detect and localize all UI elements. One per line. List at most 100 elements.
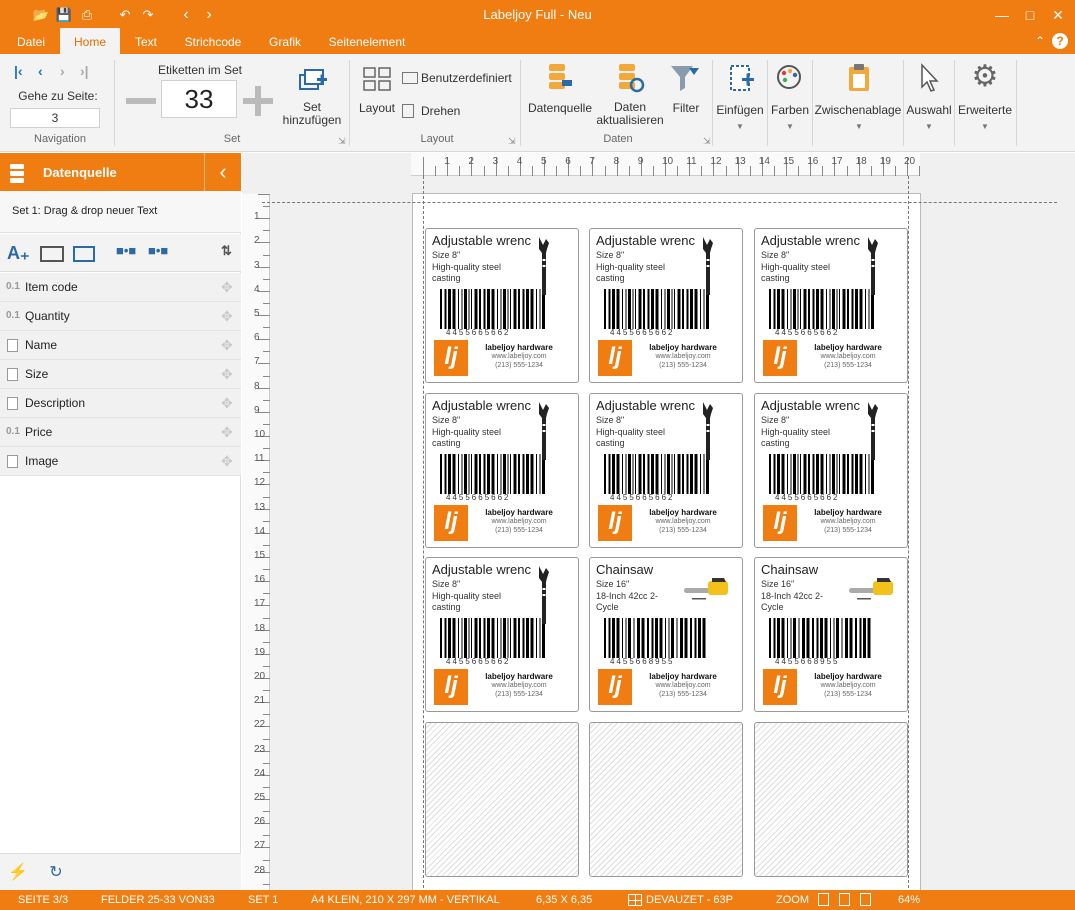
- set-drop-target[interactable]: Set 1: Drag & drop neuer Text: [0, 191, 241, 233]
- label-card[interactable]: Adjustable wrenc Size 8" High-quality stee…: [589, 393, 743, 548]
- barcode[interactable]: [438, 454, 548, 498]
- add-set-button[interactable]: Set hinzufügen: [280, 101, 344, 127]
- company-phone[interactable]: (213) 555-1234: [638, 527, 728, 534]
- tab-seitenelement[interactable]: Seitenelement: [324, 30, 410, 54]
- label-card[interactable]: Adjustable wrenc Size 8" High-quality stee…: [754, 393, 908, 548]
- label-size[interactable]: Size 8": [596, 415, 624, 425]
- company-name[interactable]: labeljoy hardware: [638, 508, 728, 517]
- collapse-ribbon-icon[interactable]: ⌃: [1030, 32, 1050, 50]
- vertical-ruler[interactable]: 1 2 3 4 5 6 7 8 9 10 11 12 13 14 15 16 17 18 19 20 21 22 23 24 2…: [242, 194, 270, 890]
- company-phone[interactable]: (213) 555-1234: [474, 527, 564, 534]
- palette-icon[interactable]: [775, 62, 803, 92]
- barcode-number[interactable]: 4455665662: [610, 493, 675, 502]
- zoom-page-icon[interactable]: [818, 893, 829, 906]
- rotate-icon[interactable]: [402, 104, 414, 118]
- label-size[interactable]: Size 8": [761, 250, 789, 260]
- layout-icon[interactable]: [361, 66, 393, 92]
- label-description[interactable]: High-quality steel casting: [596, 427, 676, 449]
- datasource-button[interactable]: Datenquelle: [524, 101, 596, 115]
- label-size[interactable]: Size 8": [432, 579, 460, 589]
- labeljoy-logo[interactable]: lj: [434, 505, 468, 541]
- label-size[interactable]: Size 16": [596, 579, 629, 589]
- zoom-width-icon[interactable]: [839, 893, 850, 906]
- company-phone[interactable]: (213) 555-1234: [803, 362, 893, 369]
- close-button[interactable]: ✕: [1048, 6, 1068, 24]
- empty-label[interactable]: [589, 722, 743, 877]
- filter-button[interactable]: Filter: [668, 101, 704, 115]
- selection-button[interactable]: Auswahl: [904, 103, 954, 117]
- move-left-icon[interactable]: ■•■: [148, 243, 168, 265]
- barcode-number[interactable]: 4455665662: [446, 657, 511, 666]
- empty-label[interactable]: [425, 722, 579, 877]
- insert-button[interactable]: Einfügen: [714, 103, 766, 117]
- label-description[interactable]: High-quality steel casting: [432, 591, 512, 613]
- label-card[interactable]: Chainsaw Size 16" 18-Inch 42cc 2-Cycle 4455…: [754, 557, 908, 712]
- company-website[interactable]: www.labeljoy.com: [474, 518, 564, 525]
- drag-handle-icon[interactable]: ✥: [221, 279, 233, 296]
- label-card[interactable]: Adjustable wrenc Size 8" High-quality stee…: [589, 228, 743, 383]
- company-website[interactable]: www.labeljoy.com: [803, 682, 893, 689]
- label-description[interactable]: High-quality steel casting: [596, 262, 676, 284]
- gear-icon[interactable]: ⚙: [970, 62, 1000, 94]
- datasource-field-row[interactable]: 0.1 Item code ✥: [0, 273, 241, 302]
- colors-button[interactable]: Farben: [768, 103, 812, 117]
- label-size[interactable]: Size 16": [761, 579, 794, 589]
- add-set-icon[interactable]: [297, 66, 329, 94]
- barcode[interactable]: [438, 618, 548, 662]
- selection-dropdown-icon[interactable]: ▼: [925, 122, 933, 131]
- company-name[interactable]: labeljoy hardware: [803, 508, 893, 517]
- refresh-data-button[interactable]: Daten aktualisieren: [592, 101, 668, 127]
- company-name[interactable]: labeljoy hardware: [638, 672, 728, 681]
- custom-layout-icon[interactable]: [402, 72, 418, 84]
- label-title[interactable]: Chainsaw: [596, 562, 653, 577]
- clipboard-dropdown-icon[interactable]: ▼: [855, 122, 863, 131]
- refresh-icon[interactable]: ↻: [46, 862, 66, 882]
- decrement-button[interactable]: [126, 98, 156, 104]
- vertical-guide-left[interactable]: [423, 176, 424, 888]
- wrench-image[interactable]: [536, 564, 552, 631]
- company-website[interactable]: www.labeljoy.com: [638, 682, 728, 689]
- label-card[interactable]: Adjustable wrenc Size 8" High-quality stee…: [425, 557, 579, 712]
- drag-handle-icon[interactable]: ✥: [221, 395, 233, 412]
- sort-icon[interactable]: ⇅: [221, 243, 232, 265]
- barcode[interactable]: [602, 289, 712, 333]
- labeljoy-logo[interactable]: lj: [763, 505, 797, 541]
- filter-icon[interactable]: [669, 62, 701, 94]
- company-phone[interactable]: (213) 555-1234: [474, 691, 564, 698]
- company-phone[interactable]: (213) 555-1234: [638, 362, 728, 369]
- tab-strichcode[interactable]: Strichcode: [180, 30, 246, 54]
- refresh-data-icon[interactable]: [615, 62, 645, 94]
- labeljoy-logo[interactable]: lj: [434, 669, 468, 705]
- wrench-image[interactable]: [536, 400, 552, 467]
- label-card[interactable]: Chainsaw Size 16" 18-Inch 42cc 2-Cycle 4455…: [589, 557, 743, 712]
- company-website[interactable]: www.labeljoy.com: [803, 518, 893, 525]
- datasource-icon[interactable]: [545, 62, 575, 94]
- horizontal-guide[interactable]: [262, 202, 1057, 203]
- tab-home[interactable]: Home: [60, 28, 120, 54]
- label-description[interactable]: 18-Inch 42cc 2-Cycle: [596, 591, 676, 613]
- label-size[interactable]: Size 8": [596, 250, 624, 260]
- barcode-number[interactable]: 4455665662: [446, 493, 511, 502]
- status-zoom-value[interactable]: 64%: [898, 894, 920, 906]
- label-title[interactable]: Adjustable wrenc: [761, 398, 860, 413]
- set-dialog-launcher-icon[interactable]: ⇲: [338, 136, 346, 147]
- custom-layout-button[interactable]: Benutzerdefiniert: [421, 71, 512, 85]
- label-card[interactable]: Adjustable wrenc Size 8" High-quality stee…: [425, 228, 579, 383]
- drag-handle-icon[interactable]: ✥: [221, 453, 233, 470]
- company-name[interactable]: labeljoy hardware: [474, 343, 564, 352]
- label-card[interactable]: Adjustable wrenc Size 8" High-quality stee…: [425, 393, 579, 548]
- datasource-field-row[interactable]: Name ✥: [0, 331, 241, 360]
- layout-dialog-launcher-icon[interactable]: ⇲: [508, 136, 516, 147]
- layout-button[interactable]: Layout: [355, 101, 399, 115]
- maximize-button[interactable]: □: [1020, 6, 1040, 24]
- label-title[interactable]: Adjustable wrenc: [761, 233, 860, 248]
- label-title[interactable]: Adjustable wrenc: [432, 398, 531, 413]
- insert-icon[interactable]: [728, 62, 756, 94]
- label-title[interactable]: Adjustable wrenc: [432, 562, 531, 577]
- labeljoy-logo[interactable]: lj: [434, 340, 468, 376]
- wrench-image[interactable]: [865, 400, 881, 467]
- drag-handle-icon[interactable]: ✥: [221, 424, 233, 441]
- horizontal-ruler[interactable]: 1 2 3 4 5 6 7 8 9 10 11 12 13 14 15 16 17 18 19 20: [411, 153, 921, 176]
- help-icon[interactable]: ?: [1052, 33, 1068, 49]
- company-phone[interactable]: (213) 555-1234: [474, 362, 564, 369]
